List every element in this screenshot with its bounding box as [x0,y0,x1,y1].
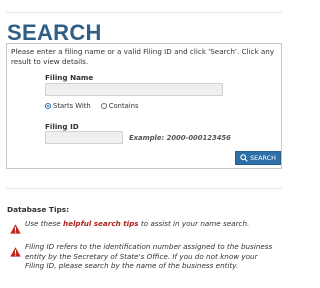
top-divider [6,12,282,13]
match-type-radio-group: Starts With Contains [45,102,149,110]
contains-label: Contains [108,102,139,110]
tip-text: Use these helpful search tips to assist … [25,219,249,229]
filing-name-label: Filing Name [45,73,94,82]
tip-text-pre: Use these [25,219,63,228]
tip-text-post: to assist in your name search. [138,219,250,228]
filing-id-example: Example: 2000-000123456 [129,134,231,142]
intro-text: Please enter a filing name or a valid Fi… [11,47,275,66]
contains-radio[interactable] [100,103,107,109]
search-button[interactable]: SEARCH [235,151,281,165]
starts-with-label: Starts With [53,102,91,110]
search-panel: Please enter a filing name or a valid Fi… [6,43,282,169]
section-divider [6,188,282,189]
search-button-label: SEARCH [250,154,276,162]
helpful-search-tips-link[interactable]: helpful search tips [63,219,139,228]
filing-id-input[interactable] [45,131,123,144]
warning-icon [10,219,21,234]
filing-name-input[interactable] [45,83,223,96]
tip-text: Filing ID refers to the identification n… [25,242,273,270]
starts-with-radio[interactable] [45,103,51,109]
search-icon [240,154,248,162]
tip-item: Use these helpful search tips to assist … [10,219,280,234]
tip-item: Filing ID refers to the identification n… [10,242,280,271]
database-tips-heading: Database Tips: [7,205,70,214]
filing-id-label: Filing ID [45,122,79,131]
warning-icon [10,242,21,257]
